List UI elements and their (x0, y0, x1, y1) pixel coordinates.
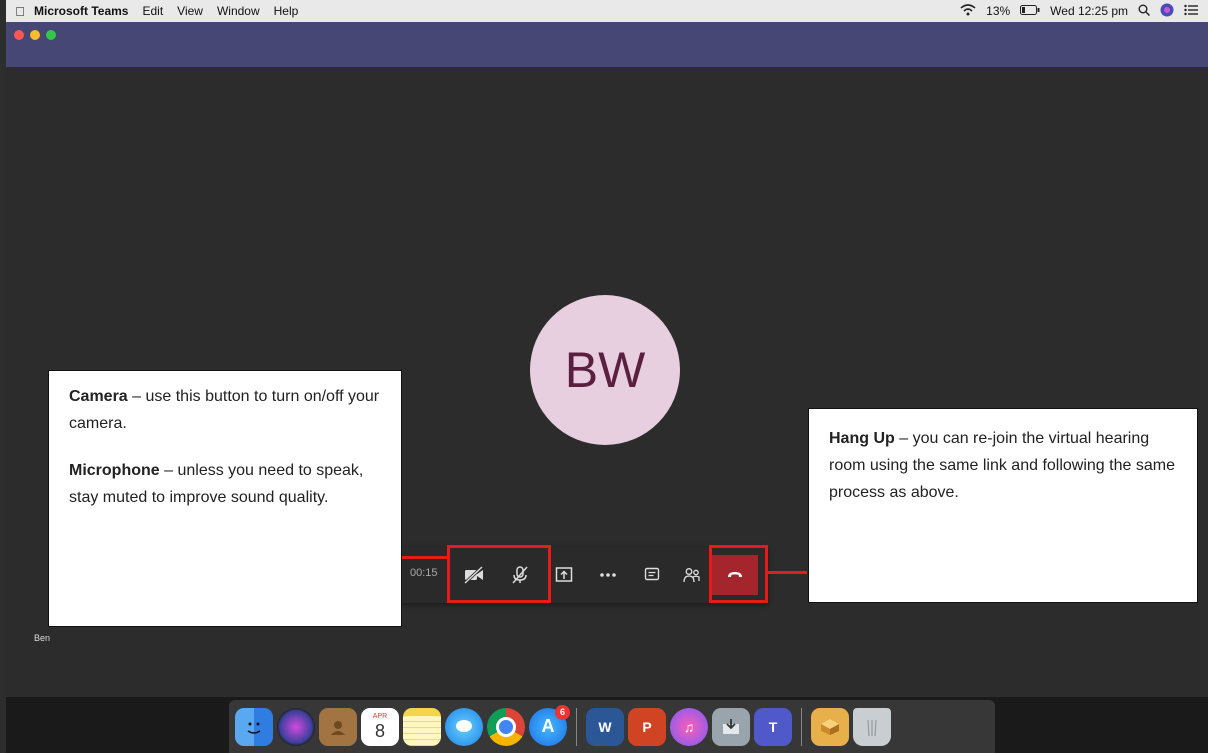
itunes-icon[interactable]: ♫ (670, 707, 708, 746)
camera-callout-connector (400, 556, 448, 559)
close-window-icon[interactable] (14, 30, 24, 40)
menu-help[interactable]: Help (274, 4, 299, 18)
appstore-icon[interactable]: A 6 (529, 704, 570, 746)
microphone-callout-title: Microphone (69, 462, 160, 479)
calendar-icon[interactable]: APR 8 (361, 707, 399, 746)
share-screen-icon (555, 567, 573, 582)
siri-menu-icon[interactable] (1160, 3, 1174, 20)
participants-icon (683, 568, 700, 583)
more-actions-button[interactable] (596, 563, 620, 587)
camera-microphone-callout: Camera – use this button to turn on/off … (48, 370, 402, 627)
wifi-icon[interactable] (960, 3, 976, 19)
powerpoint-icon[interactable]: P (628, 707, 666, 746)
hang-up-highlight-box (709, 545, 768, 603)
menu-edit[interactable]: Edit (142, 4, 163, 18)
battery-icon[interactable] (1020, 4, 1040, 18)
contacts-icon[interactable] (319, 707, 357, 746)
macos-menubar:  Microsoft Teams Edit View Window Help … (6, 0, 1208, 22)
teams-window-titlebar (6, 22, 1208, 67)
participant-name-label: Ben (34, 633, 51, 643)
camera-mic-highlight-box (447, 545, 551, 603)
maximize-window-icon[interactable] (46, 30, 56, 40)
camera-callout-title: Camera (69, 388, 128, 405)
share-screen-button[interactable] (552, 563, 576, 587)
chrome-icon[interactable] (487, 707, 525, 746)
word-icon[interactable]: W (586, 707, 624, 746)
finder-icon[interactable] (235, 707, 273, 746)
hang-up-callout: Hang Up – you can re-join the virtual he… (808, 408, 1198, 603)
messages-icon[interactable] (445, 707, 483, 746)
participant-avatar: BW (530, 295, 680, 445)
dock-separator (801, 707, 802, 746)
hang-up-callout-text: Hang Up – you can re-join the virtual he… (829, 430, 1175, 501)
avatar-initials: BW (564, 342, 646, 398)
menu-app-name[interactable]: Microsoft Teams (34, 4, 128, 18)
window-controls (14, 30, 56, 40)
notes-icon[interactable] (403, 707, 441, 746)
dock-separator (576, 707, 577, 746)
installer-icon[interactable] (712, 707, 750, 746)
appstore-badge: 6 (555, 704, 570, 720)
battery-percent: 13% (986, 4, 1011, 18)
call-timer: 00:15 (410, 567, 438, 579)
teams-icon[interactable]: T (754, 707, 792, 746)
menu-view[interactable]: View (177, 4, 203, 18)
macos-dock: APR 8 A 6 W P ♫ T (229, 700, 995, 753)
notification-center-icon[interactable] (1184, 4, 1198, 19)
chat-icon (644, 567, 660, 581)
minimize-window-icon[interactable] (30, 30, 40, 40)
hang-up-callout-connector (765, 571, 807, 574)
chat-button[interactable] (640, 563, 664, 587)
menu-clock[interactable]: Wed 12:25 pm (1050, 4, 1128, 18)
siri-icon[interactable] (277, 707, 315, 746)
more-options-icon (600, 573, 616, 577)
archive-icon[interactable] (811, 707, 849, 746)
menu-window[interactable]: Window (217, 4, 260, 18)
apple-menu-icon[interactable]:  (6, 4, 34, 19)
trash-icon[interactable] (853, 707, 891, 746)
hang-up-callout-title: Hang Up (829, 430, 895, 447)
microphone-callout-text: Microphone – unless you need to speak, s… (69, 462, 364, 506)
status-area: 13% Wed 12:25 pm (960, 3, 1208, 20)
camera-callout-text: Camera – use this button to turn on/off … (69, 388, 380, 432)
participants-button[interactable] (680, 563, 704, 587)
spotlight-search-icon[interactable] (1138, 4, 1151, 19)
